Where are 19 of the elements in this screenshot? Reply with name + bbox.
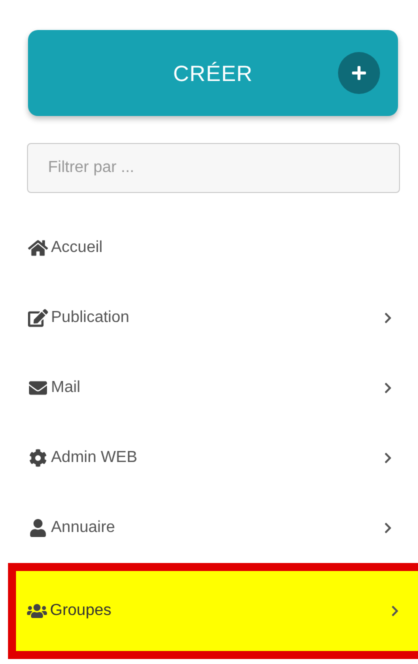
menu-label: Admin WEB [51, 448, 138, 468]
menu-item[interactable]: Mail [0, 353, 418, 423]
menu-item[interactable]: Annuaire [0, 493, 418, 563]
house-icon [28, 239, 48, 257]
gear-icon [28, 449, 48, 467]
menu-label: Mail [51, 378, 82, 398]
menu-label: Annuaire [51, 518, 116, 538]
menu-label: Groupes [50, 601, 112, 621]
menu-item[interactable]: Admin WEB [0, 423, 418, 493]
menu-item[interactable]: Publication [0, 283, 418, 353]
menu-label: Publication [51, 308, 130, 328]
plus-icon [338, 52, 380, 94]
menu-item[interactable]: Accueil [0, 213, 418, 283]
menu-item[interactable]: Groupes [16, 571, 418, 651]
envelope-icon [28, 379, 48, 397]
person-icon [28, 519, 48, 537]
menu-label: Accueil [51, 238, 104, 258]
filter-field[interactable]: Filtrer par ... [27, 143, 400, 193]
people-icon [27, 602, 47, 620]
